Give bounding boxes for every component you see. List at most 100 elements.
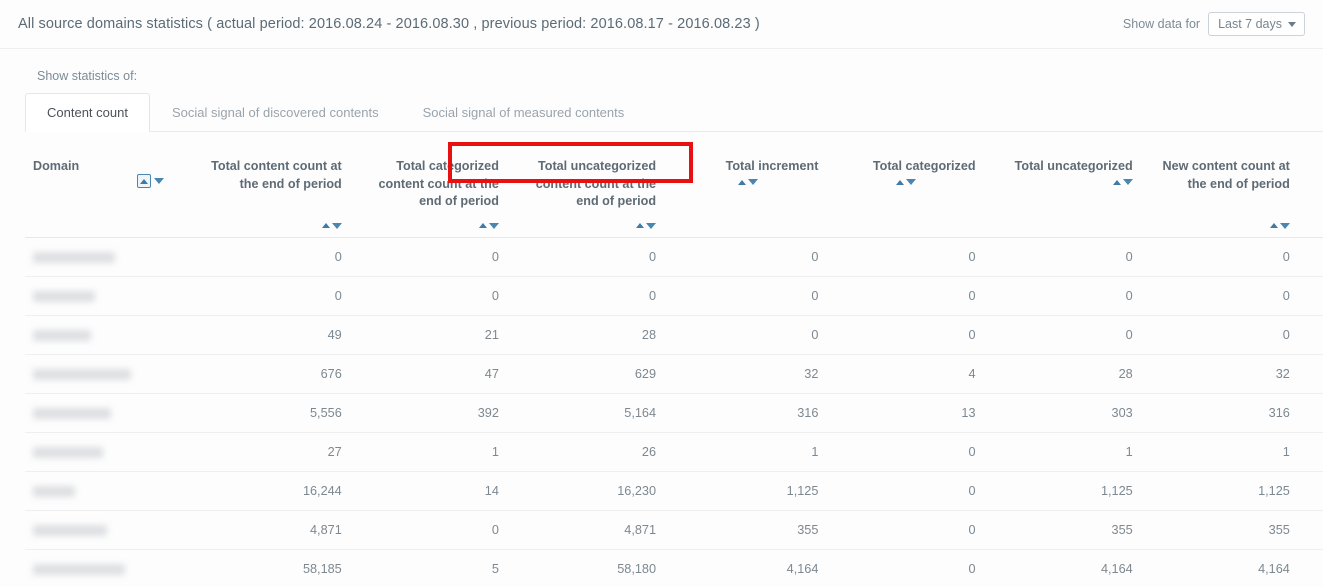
column-header-total-increment[interactable]: Total increment xyxy=(664,148,827,238)
cell-value: 58,180 xyxy=(506,549,665,587)
cell-domain[interactable] xyxy=(25,276,193,316)
sort-ascending-icon[interactable] xyxy=(738,179,747,185)
tab-social-signal-discovered[interactable]: Social signal of discovered contents xyxy=(150,93,401,132)
cell-value: 26 xyxy=(506,432,665,472)
column-header-domain[interactable]: Domain xyxy=(25,148,193,238)
cell-value: 0 xyxy=(826,432,984,472)
sort-descending-icon[interactable] xyxy=(154,178,164,184)
cell-value: 1 xyxy=(349,432,507,472)
cell-domain[interactable] xyxy=(25,354,193,394)
sort-ascending-icon[interactable] xyxy=(321,223,330,228)
table-row[interactable]: 67647629324283232 xyxy=(25,354,1323,394)
period-select-dropdown[interactable]: Last 7 days xyxy=(1208,12,1305,36)
column-header-label: New categorized content count at the end… xyxy=(1306,158,1323,211)
cell-value: 58,185 xyxy=(192,549,350,587)
cell-value: 0 xyxy=(506,237,665,277)
cell-value: 5,556 xyxy=(192,393,350,433)
cell-value: 355 xyxy=(983,510,1141,550)
sort-descending-icon[interactable] xyxy=(905,179,916,185)
tab-content-count[interactable]: Content count xyxy=(25,93,150,132)
cell-domain[interactable] xyxy=(25,315,193,355)
sort-ascending-icon[interactable] xyxy=(895,179,904,185)
table-row[interactable]: 2712610111 xyxy=(25,432,1323,472)
table-row[interactable]: 16,2441416,2301,12501,1251,1251,125 xyxy=(25,471,1323,511)
cell-value: 16,230 xyxy=(506,471,665,511)
sort-control[interactable] xyxy=(738,179,759,185)
sort-descending-icon[interactable] xyxy=(748,179,759,185)
column-header-new-content-count[interactable]: New content count at the end of period xyxy=(1140,148,1298,238)
sort-ascending-icon[interactable] xyxy=(478,223,487,228)
column-header-new-categorized-content-count[interactable]: New categorized content count at the end… xyxy=(1297,148,1323,238)
table-row[interactable]: 4,87104,8713550355355355 xyxy=(25,510,1323,550)
cell-domain[interactable] xyxy=(25,432,193,472)
sort-control[interactable] xyxy=(895,179,916,185)
table-row[interactable]: 00000000 xyxy=(25,237,1323,277)
cell-value: 0 xyxy=(506,276,665,316)
column-header-total-uncategorized-content-count[interactable]: Total uncategorized content count at the… xyxy=(506,148,665,238)
table-header-row: Domain Total content count at the end of… xyxy=(25,148,1323,238)
table-row[interactable]: 00000000 xyxy=(25,276,1323,316)
column-header-total-content-count[interactable]: Total content count at the end of period xyxy=(192,148,350,238)
cell-value: 0 xyxy=(826,510,984,550)
sort-control[interactable] xyxy=(478,222,499,229)
tab-label: Social signal of discovered contents xyxy=(171,104,379,120)
tab-social-signal-measured[interactable]: Social signal of measured contents xyxy=(401,93,647,132)
cell-value: 0 xyxy=(983,237,1141,277)
cell-value: 21 xyxy=(349,315,507,355)
sort-descending-icon[interactable] xyxy=(1279,222,1290,229)
cell-value: 316 xyxy=(1297,393,1323,433)
chevron-down-icon xyxy=(1288,22,1296,27)
column-header-total-categorized[interactable]: Total categorized xyxy=(826,148,984,238)
cell-domain[interactable] xyxy=(25,237,193,277)
cell-domain[interactable] xyxy=(25,393,193,433)
cell-value: 0 xyxy=(664,315,827,355)
redacted-domain-name xyxy=(33,368,131,380)
cell-value: 1 xyxy=(664,432,827,472)
cell-value: 5,164 xyxy=(506,393,665,433)
sort-control[interactable] xyxy=(1112,179,1133,185)
cell-value: 28 xyxy=(506,315,665,355)
sort-control[interactable] xyxy=(1269,222,1290,229)
sort-descending-icon[interactable] xyxy=(488,222,499,229)
cell-value: 1 xyxy=(1140,432,1298,472)
cell-value: 1 xyxy=(1297,432,1323,472)
cell-value: 316 xyxy=(1140,393,1298,433)
cell-value: 0 xyxy=(826,237,984,277)
sort-control-domain[interactable] xyxy=(137,174,164,188)
column-header-total-categorized-content-count[interactable]: Total categorized content count at the e… xyxy=(349,148,507,238)
page-title: All source domains statistics ( actual p… xyxy=(18,16,760,32)
cell-value: 32 xyxy=(664,354,827,394)
tab-label: Content count xyxy=(47,104,128,120)
sort-ascending-icon[interactable] xyxy=(1112,179,1121,185)
sort-ascending-icon[interactable] xyxy=(1269,223,1278,228)
cell-value: 0 xyxy=(1140,315,1298,355)
cell-value: 0 xyxy=(1297,276,1323,316)
redacted-domain-name xyxy=(33,485,75,497)
table-scroll-container[interactable]: Domain Total content count at the end of… xyxy=(0,148,1323,587)
cell-value: 4,164 xyxy=(664,549,827,587)
table-header: Domain Total content count at the end of… xyxy=(25,148,1323,238)
cell-value: 0 xyxy=(349,237,507,277)
sort-descending-icon[interactable] xyxy=(331,222,342,229)
sort-ascending-icon[interactable] xyxy=(636,223,645,228)
cell-value: 32 xyxy=(1297,354,1323,394)
sort-control[interactable] xyxy=(636,222,657,229)
redacted-domain-name xyxy=(33,524,107,536)
cell-domain[interactable] xyxy=(25,510,193,550)
column-header-total-uncategorized[interactable]: Total uncategorized xyxy=(983,148,1141,238)
header-controls: Show data for Last 7 days xyxy=(1123,12,1305,36)
sort-descending-icon[interactable] xyxy=(646,222,657,229)
table-row[interactable]: 58,185558,1804,16404,1644,1644,164 xyxy=(25,549,1323,587)
sort-descending-icon[interactable] xyxy=(1122,179,1133,185)
statistics-table: Domain Total content count at the end of… xyxy=(25,148,1323,587)
sort-ascending-active-icon[interactable] xyxy=(137,174,151,188)
cell-domain[interactable] xyxy=(25,549,193,587)
column-header-label: New content count at the end of period xyxy=(1162,159,1290,191)
page-body: Show statistics of: Content count Social… xyxy=(0,49,1323,587)
cell-value: 355 xyxy=(664,510,827,550)
table-row[interactable]: 49212800000 xyxy=(25,315,1323,355)
table-row[interactable]: 5,5563925,16431613303316316 xyxy=(25,393,1323,433)
sort-control[interactable] xyxy=(321,222,342,229)
cell-value: 4 xyxy=(826,354,984,394)
cell-domain[interactable] xyxy=(25,471,193,511)
